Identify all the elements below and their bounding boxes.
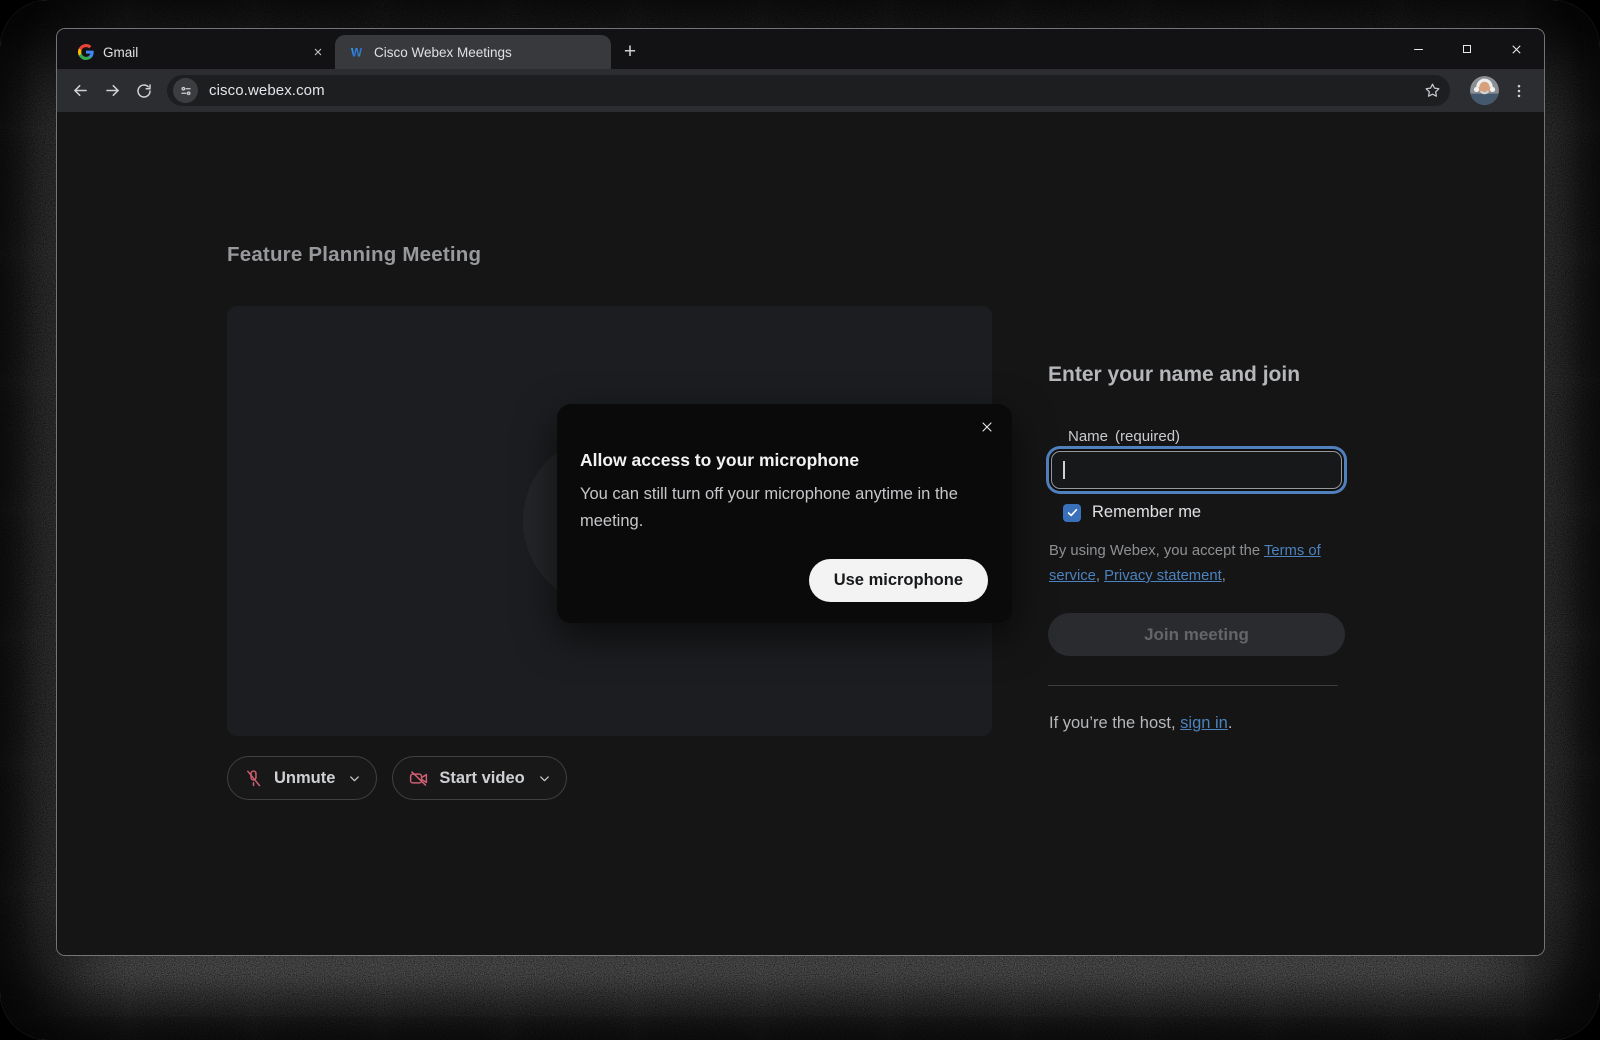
tab-gmail[interactable]: Gmail (65, 35, 335, 69)
name-required-hint: (required) (1115, 428, 1180, 445)
webex-page: Feature Planning Meeting Unmute (57, 112, 1544, 955)
gmail-favicon-icon (78, 44, 94, 60)
sign-in-link[interactable]: sign in (1180, 714, 1228, 732)
forward-icon[interactable] (97, 76, 127, 106)
name-input[interactable] (1067, 461, 1331, 479)
mic-off-icon (243, 768, 264, 789)
url-bar[interactable]: cisco.webex.com (167, 75, 1450, 106)
dialog-title: Allow access to your microphone (580, 450, 859, 471)
terms-prefix: By using Webex, you accept the (1049, 543, 1264, 559)
join-heading: Enter your name and join (1048, 363, 1345, 387)
remember-me-checkbox[interactable] (1063, 504, 1081, 522)
use-microphone-button[interactable]: Use microphone (809, 559, 988, 602)
name-field-label: Name (required) (1068, 428, 1180, 445)
host-suffix: . (1228, 714, 1233, 732)
name-input-wrapper (1051, 451, 1342, 489)
minimize-icon[interactable] (1410, 41, 1426, 57)
microphone-permission-dialog: Allow access to your microphone You can … (557, 404, 1012, 623)
terms-text: By using Webex, you accept the Terms of … (1049, 539, 1345, 589)
text-caret (1063, 461, 1065, 479)
bookmark-star-icon[interactable] (1418, 77, 1446, 105)
video-off-icon (408, 768, 429, 789)
profile-avatar[interactable] (1470, 76, 1499, 105)
browser-window: Gmail W Cisco Webex Meetings + (56, 28, 1545, 956)
window-controls (1410, 29, 1524, 69)
tab-webex[interactable]: W Cisco Webex Meetings (335, 35, 611, 69)
media-controls: Unmute Start video (227, 756, 567, 800)
join-meeting-button[interactable]: Join meeting (1048, 613, 1345, 656)
start-video-label: Start video (439, 769, 524, 788)
url-text: cisco.webex.com (209, 82, 325, 99)
reload-icon[interactable] (129, 76, 159, 106)
site-info-icon[interactable] (173, 78, 198, 103)
tab-strip: Gmail W Cisco Webex Meetings + (57, 29, 1544, 69)
divider (1048, 685, 1338, 686)
new-tab-button[interactable]: + (611, 35, 649, 69)
host-prefix: If you’re the host, (1049, 714, 1180, 732)
remember-me-label: Remember me (1092, 503, 1201, 522)
tab-label: Cisco Webex Meetings (374, 45, 512, 60)
chevron-down-icon[interactable] (537, 771, 552, 786)
unmute-button[interactable]: Unmute (227, 756, 377, 800)
unmute-label: Unmute (274, 769, 335, 788)
dialog-close-icon[interactable] (977, 417, 997, 437)
svg-text:W: W (351, 46, 362, 59)
tab-label: Gmail (103, 45, 138, 60)
browser-menu-icon[interactable] (1506, 77, 1532, 105)
terms-separator: , (1096, 568, 1104, 584)
maximize-icon[interactable] (1459, 41, 1475, 57)
host-signin-text: If you’re the host, sign in. (1049, 714, 1232, 733)
back-icon[interactable] (65, 76, 95, 106)
meeting-title: Feature Planning Meeting (227, 243, 481, 267)
remember-me-row[interactable]: Remember me (1063, 503, 1201, 522)
tab-close-icon[interactable] (309, 43, 327, 61)
chevron-down-icon[interactable] (347, 771, 362, 786)
join-panel: Enter your name and join Name(required) … (1048, 363, 1345, 753)
name-label-text: Name (1068, 428, 1108, 445)
dialog-body: You can still turn off your microphone a… (580, 481, 994, 535)
webex-favicon-icon: W (348, 44, 365, 61)
terms-suffix: , (1222, 568, 1226, 584)
close-window-icon[interactable] (1508, 41, 1524, 57)
browser-toolbar: cisco.webex.com (57, 69, 1544, 112)
check-icon (1066, 506, 1079, 519)
start-video-button[interactable]: Start video (392, 756, 566, 800)
privacy-statement-link[interactable]: Privacy statement (1104, 568, 1222, 584)
